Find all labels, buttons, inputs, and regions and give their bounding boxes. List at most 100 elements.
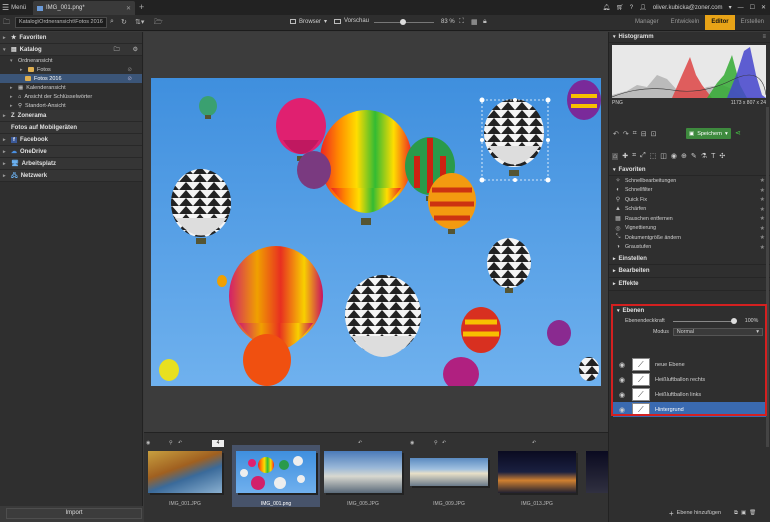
section-mobile[interactable]: Fotos auf Mobilgeräten xyxy=(0,122,142,134)
einstellen-header[interactable]: ▸ Einstellen xyxy=(609,254,770,265)
histogram-header[interactable]: ▾ Histogramm ≡ xyxy=(609,32,770,43)
close-window-icon[interactable]: ✕ xyxy=(761,4,766,11)
sync-icon[interactable]: ⊘ xyxy=(127,76,132,82)
user-icon[interactable]: 👤︎ xyxy=(639,4,647,11)
favorite-item[interactable]: ⚲ Quick Fix ★ xyxy=(609,195,770,205)
thumbnail[interactable]: ↶ IMG_013.JPG xyxy=(494,440,580,507)
brush-icon[interactable]: ✎ xyxy=(691,152,697,160)
section-netzwerk[interactable]: ▸ 🖧︎ Netzwerk xyxy=(0,170,142,182)
path-input[interactable]: Katalog\Ordneransicht\Fotos 2016 xyxy=(15,17,107,28)
star-icon[interactable]: ★ xyxy=(760,244,765,251)
new-tab-icon[interactable]: + xyxy=(139,2,144,12)
menu-button[interactable]: ☰ Menü xyxy=(2,2,26,13)
layer-mask-icon[interactable]: ▣ xyxy=(741,510,746,516)
tree-item-ordneransicht[interactable]: ▾ Ordneransicht xyxy=(0,56,142,65)
star-icon[interactable]: ★ xyxy=(760,187,765,194)
thumbnail-partial[interactable] xyxy=(586,451,608,493)
cart-icon[interactable]: 🛒︎ xyxy=(616,4,624,11)
maximize-icon[interactable]: ☐ xyxy=(750,4,755,11)
clone-icon[interactable]: ⊕ xyxy=(681,152,687,160)
browser-dropdown[interactable]: Browser ▾ xyxy=(290,18,327,25)
sort-icon[interactable]: ⇅▾ xyxy=(135,18,144,26)
help-icon[interactable]: ? xyxy=(630,5,633,11)
selection-icon[interactable]: ⬚ xyxy=(650,152,657,160)
mode-manager[interactable]: Manager xyxy=(629,15,665,30)
zoom-slider[interactable] xyxy=(374,19,434,25)
mode-erstellen[interactable]: Erstellen xyxy=(735,15,770,30)
image-canvas[interactable] xyxy=(151,78,601,386)
favorite-item[interactable]: ⤡ Dokumentgröße ändern ★ xyxy=(609,233,770,243)
section-facebook[interactable]: ▸ f Facebook xyxy=(0,134,142,146)
star-icon[interactable]: ★ xyxy=(760,215,765,222)
chevron-down-icon[interactable]: ▾ xyxy=(729,4,732,11)
favorite-item[interactable]: ▦ Rauschen entfernen ★ xyxy=(609,214,770,224)
add-layer-button[interactable]: Ebene hinzufügen xyxy=(677,510,721,516)
favorite-item[interactable]: ◐ Schnellfilter ★ xyxy=(609,186,770,196)
section-katalog[interactable]: ▾ ▤ Katalog 🗀︎ ⚙︎ xyxy=(0,44,142,56)
trash-icon[interactable]: 🗑︎ xyxy=(749,510,756,516)
section-arbeitsplatz[interactable]: ▸ 🖥︎ Arbeitsplatz xyxy=(0,158,142,170)
grid-icon[interactable]: ▦ xyxy=(471,18,478,26)
add-icon[interactable]: + xyxy=(669,509,674,518)
section-favoriten[interactable]: ▸ ★ Favoriten xyxy=(0,32,142,44)
effekte-header[interactable]: ▸ Effekte xyxy=(609,278,770,291)
eye-tool-icon[interactable]: ◉ xyxy=(671,152,677,160)
star-icon[interactable]: ★ xyxy=(760,225,765,232)
thumbnail[interactable]: ◉ ⚲ ↶ 4 IMG_001.JPG xyxy=(144,440,226,507)
tree-item-fotos[interactable]: ▸ Fotos ⊘ xyxy=(0,65,142,74)
share-icon[interactable]: ⋖ xyxy=(735,129,741,137)
undo-icon[interactable]: ↶ xyxy=(613,130,619,138)
lock-icon[interactable]: 🔒︎ xyxy=(483,18,487,26)
import-button[interactable]: Import xyxy=(6,508,142,519)
minimize-icon[interactable]: — xyxy=(738,5,744,11)
favorite-item[interactable]: ◑ Graustufen ★ xyxy=(609,243,770,253)
tree-item-standort[interactable]: ▸ ⚲ Standort-Ansicht xyxy=(0,101,142,110)
duplicate-layer-icon[interactable]: ⧉ xyxy=(734,510,738,517)
save-button[interactable]: ▣ Speichern ▾ xyxy=(686,128,731,139)
tree-item-kalenderansicht[interactable]: ▸ ▦ Kalenderansicht xyxy=(0,83,142,92)
tree-item-fotos-2016[interactable]: Fotos 2016 ⊘ xyxy=(0,74,142,83)
effects-icon[interactable]: ✣ xyxy=(719,152,725,160)
retouch-icon[interactable]: ✚ xyxy=(622,152,628,160)
favoriten-header[interactable]: ▾ Favoriten xyxy=(609,165,770,176)
folder-tree-icon[interactable]: 🗀︎ xyxy=(3,18,10,29)
crop-tool-icon[interactable]: ⌗ xyxy=(632,152,636,160)
crop-icon[interactable]: ⌗ xyxy=(633,130,637,138)
favorite-item[interactable]: ◎ Vignettierung ★ xyxy=(609,224,770,234)
bearbeiten-header[interactable]: ▸ Bearbeiten xyxy=(609,265,770,278)
thumbnail[interactable]: ◉ ⚲ ↶ IMG_009.JPG xyxy=(406,440,492,507)
layer-tool-icon[interactable]: ◫ xyxy=(660,152,667,160)
favorite-item[interactable]: ▲ Schärfen ★ xyxy=(609,205,770,215)
section-onedrive[interactable]: ▸ ☁ OneDrive xyxy=(0,146,142,158)
mode-entwickeln[interactable]: Entwickeln xyxy=(665,15,706,30)
preview-toggle[interactable]: Vorschau xyxy=(334,18,369,24)
refresh-icon[interactable]: ↻ xyxy=(121,18,127,26)
zoom-slider-handle[interactable] xyxy=(400,19,406,25)
history-icon[interactable]: ⊟ xyxy=(641,130,647,138)
favorite-item[interactable]: ✧ Schnellbearbeitungen ★ xyxy=(609,176,770,186)
user-email[interactable]: oliver.kubicka@zoner.com xyxy=(653,5,723,11)
text-icon[interactable]: T xyxy=(711,153,715,160)
thumbnail[interactable]: ↶ IMG_005.JPG xyxy=(320,440,406,507)
search-icon[interactable]: ⌕ xyxy=(110,18,114,26)
histogram-menu-icon[interactable]: ≡ xyxy=(762,34,766,40)
open-folder-icon[interactable]: 🗁︎ xyxy=(154,18,163,29)
mode-editor[interactable]: Editor xyxy=(705,15,735,30)
star-icon[interactable]: ★ xyxy=(760,177,765,184)
home-icon[interactable]: ⌂ xyxy=(612,152,619,160)
redo-icon[interactable]: ↷ xyxy=(623,130,629,138)
document-tab[interactable]: IMG_001.png* ✕ xyxy=(33,1,135,15)
zoom-fit-icon[interactable]: ⛶ xyxy=(459,18,464,26)
star-icon[interactable]: ★ xyxy=(760,206,765,213)
filter-icon[interactable]: ⚗ xyxy=(701,152,707,160)
sync-icon[interactable]: ⊘ xyxy=(127,67,132,73)
bell-icon[interactable]: 🔔︎ xyxy=(603,4,611,11)
star-icon[interactable]: ★ xyxy=(760,234,765,241)
compare-icon[interactable]: ⊡ xyxy=(651,130,657,138)
thumbnail-selected[interactable]: IMG_001.png xyxy=(232,445,320,507)
section-zonerama[interactable]: ▸ Z Zonerama xyxy=(0,110,142,122)
close-tab-icon[interactable]: ✕ xyxy=(126,5,131,12)
gear-icon[interactable]: ⚙︎ xyxy=(133,46,138,53)
tree-item-schluesselwoerter[interactable]: ▸ ⌂ Ansicht der Schlüsselwörter xyxy=(0,92,142,101)
star-icon[interactable]: ★ xyxy=(760,196,765,203)
